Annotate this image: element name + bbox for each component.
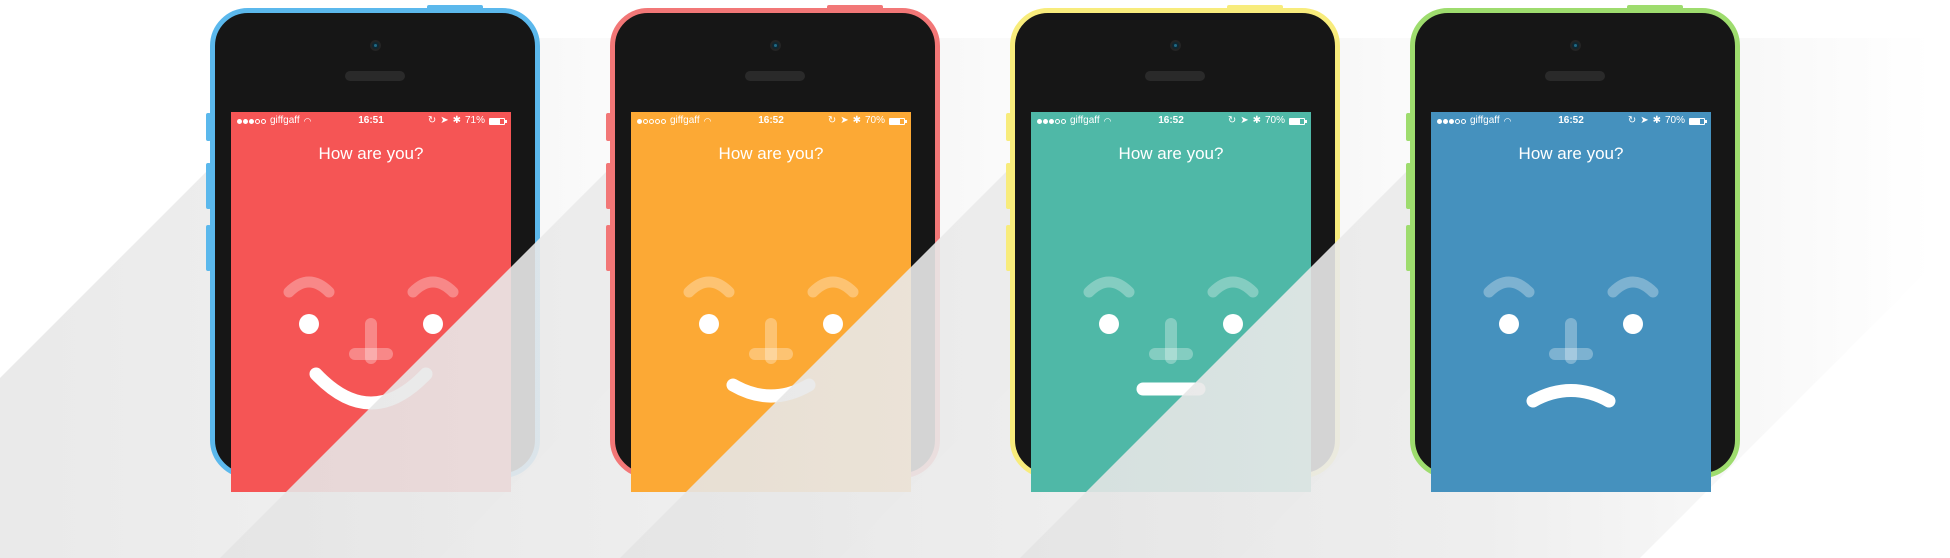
power-button — [1627, 5, 1683, 10]
battery-icon — [489, 117, 507, 125]
volume-up-button — [1006, 163, 1011, 209]
status-right: ↻ ➤ ✱ 70% — [1227, 112, 1307, 130]
right-eyebrow-icon — [807, 276, 859, 298]
mood-question: How are you? — [1118, 144, 1224, 163]
battery-percent: 70% — [1264, 115, 1285, 126]
left-eye-icon — [299, 314, 319, 334]
battery-percent: 71% — [464, 115, 485, 126]
power-button — [427, 5, 483, 10]
mute-switch — [606, 113, 611, 141]
mute-switch — [1006, 113, 1011, 141]
front-camera — [1171, 42, 1179, 49]
bluetooth-icon: ✱ — [1652, 115, 1661, 126]
left-eye-icon — [1499, 314, 1519, 334]
status-right: ↻ ➤ ✱ 71% — [427, 112, 507, 130]
bluetooth-icon: ✱ — [852, 115, 861, 126]
status-right: ↻ ➤ ✱ 70% — [827, 112, 907, 130]
mood-question: How are you? — [718, 144, 824, 163]
bluetooth-icon: ✱ — [1252, 115, 1261, 126]
left-eyebrow-icon — [683, 276, 735, 298]
left-eye-icon — [1099, 314, 1119, 334]
mood-question: How are you? — [318, 144, 424, 163]
status-bar: giffgaff ◠ 16:52 ↻ ➤ ✱ 70% — [1031, 112, 1311, 130]
bluetooth-icon: ✱ — [452, 115, 461, 126]
mouth-frown-icon — [1526, 384, 1616, 408]
front-camera — [1571, 42, 1579, 49]
volume-up-button — [206, 163, 211, 209]
volume-down-button — [1006, 225, 1011, 271]
left-eyebrow-icon — [1483, 276, 1535, 298]
location-arrow-icon: ➤ — [1240, 115, 1249, 126]
battery-icon — [1689, 117, 1707, 125]
right-eye-icon — [1223, 314, 1243, 334]
front-camera — [771, 42, 779, 49]
mood-question: How are you? — [1518, 144, 1624, 163]
status-bar: giffgaff ◠ 16:52 ↻ ➤ ✱ 70% — [1431, 112, 1711, 130]
status-bar: giffgaff ◠ 16:52 ↻ ➤ ✱ 70% — [631, 112, 911, 130]
front-camera — [371, 42, 379, 49]
earpiece-speaker — [1145, 71, 1205, 81]
right-eye-icon — [823, 314, 843, 334]
volume-down-button — [1406, 225, 1411, 271]
mute-switch — [206, 113, 211, 141]
phone-screen: giffgaff ◠ 16:52 ↻ ➤ ✱ 70% How are you? — [1431, 112, 1711, 492]
right-eyebrow-icon — [1607, 276, 1659, 298]
power-button — [1227, 5, 1283, 10]
right-eyebrow-icon — [1207, 276, 1259, 298]
phone-4: giffgaff ◠ 16:52 ↻ ➤ ✱ 70% How are you? — [1020, 5, 1950, 558]
mood-face-sad[interactable] — [1431, 262, 1711, 412]
location-arrow-icon: ➤ — [840, 115, 849, 126]
status-bar: giffgaff ◠ 16:51 ↻ ➤ ✱ 71% — [231, 112, 511, 130]
earpiece-speaker — [1545, 71, 1605, 81]
battery-percent: 70% — [1664, 115, 1685, 126]
rotation-lock-icon: ↻ — [827, 115, 837, 126]
left-eyebrow-icon — [283, 276, 335, 298]
rotation-lock-icon: ↻ — [427, 115, 437, 126]
rotation-lock-icon: ↻ — [1627, 115, 1637, 126]
right-eye-icon — [1623, 314, 1643, 334]
earpiece-speaker — [345, 71, 405, 81]
volume-down-button — [206, 225, 211, 271]
location-arrow-icon: ➤ — [1640, 115, 1649, 126]
volume-down-button — [606, 225, 611, 271]
battery-icon — [1289, 117, 1307, 125]
earpiece-speaker — [745, 71, 805, 81]
rotation-lock-icon: ↻ — [1227, 115, 1237, 126]
left-eye-icon — [699, 314, 719, 334]
mute-switch — [1406, 113, 1411, 141]
volume-up-button — [1406, 163, 1411, 209]
volume-up-button — [606, 163, 611, 209]
battery-icon — [889, 117, 907, 125]
left-eyebrow-icon — [1083, 276, 1135, 298]
location-arrow-icon: ➤ — [440, 115, 449, 126]
right-eyebrow-icon — [407, 276, 459, 298]
power-button — [827, 5, 883, 10]
right-eye-icon — [423, 314, 443, 334]
battery-percent: 70% — [864, 115, 885, 126]
status-right: ↻ ➤ ✱ 70% — [1627, 112, 1707, 130]
